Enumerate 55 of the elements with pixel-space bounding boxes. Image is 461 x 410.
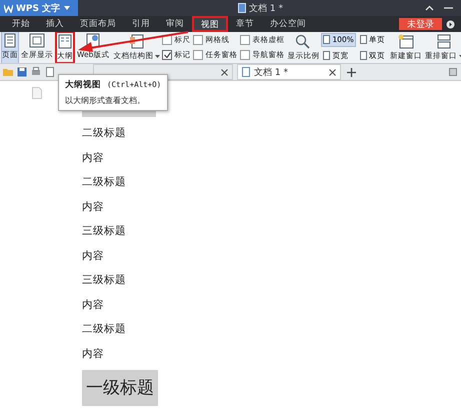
heading-text: 三级标题	[82, 273, 127, 288]
add-tab-icon	[347, 68, 356, 76]
menu-tab[interactable]: 审阅	[158, 16, 192, 32]
menu-tab[interactable]: 视图	[192, 16, 228, 32]
minimize-icon	[444, 5, 453, 11]
app-menu-button[interactable]: WPS 文字	[0, 0, 78, 16]
list-icon	[449, 68, 457, 76]
w-logo-icon	[4, 4, 13, 12]
body-text: 内容	[82, 298, 105, 312]
play-icon	[446, 20, 455, 28]
checkmark-icon	[164, 52, 171, 58]
tab-title: 文档 1 *	[254, 66, 288, 78]
menu-tab[interactable]: 办公空间	[262, 16, 314, 32]
page-icon	[57, 34, 73, 49]
tooltip-text: 以大纲形式查看文档。	[65, 95, 146, 106]
menu-tab[interactable]: 插入	[38, 16, 72, 32]
close-icon	[221, 68, 228, 76]
window-icon	[436, 34, 452, 49]
heading-text: 三级标题	[82, 224, 127, 239]
collapse-icon	[425, 5, 434, 11]
page-icon	[29, 33, 45, 48]
heading-text: 二级标题	[82, 322, 127, 337]
window-title: 文档 1 *	[249, 2, 283, 14]
magnifier-icon	[295, 34, 312, 49]
caret-icon	[155, 54, 160, 58]
window-icon	[398, 34, 414, 49]
login-button[interactable]: 未登录	[399, 18, 442, 30]
heading-block: 一级标题	[82, 370, 158, 406]
menu-tab[interactable]: 章节	[228, 16, 262, 32]
checkbox[interactable]	[193, 50, 204, 60]
body-text: 内容	[82, 346, 105, 362]
document-tab[interactable]: 文档 1 *	[237, 64, 341, 80]
tooltip-title: 大纲视图	[65, 79, 101, 91]
checkbox[interactable]	[240, 35, 250, 45]
document-icon	[238, 3, 246, 13]
checkbox[interactable]	[193, 35, 204, 45]
body-text: 内容	[82, 150, 105, 166]
checkbox[interactable]	[162, 50, 172, 60]
heading-text: 二级标题	[82, 175, 127, 190]
caret-icon	[64, 6, 70, 10]
heading-text: 二级标题	[82, 126, 127, 141]
checkbox[interactable]	[240, 50, 250, 60]
body-text: 内容	[82, 248, 105, 264]
save-icon[interactable]	[17, 67, 27, 77]
printer-icon[interactable]	[31, 67, 41, 77]
menu-tab[interactable]: 页面布局	[72, 16, 124, 32]
body-text: 内容	[82, 200, 105, 214]
page-icon	[2, 33, 18, 48]
menu-tab[interactable]: 引用	[124, 16, 158, 32]
page-icon	[32, 87, 42, 99]
page-icon[interactable]	[45, 67, 55, 77]
menu-tab[interactable]: 开始	[4, 16, 38, 32]
document-icon	[242, 67, 250, 77]
folder-icon[interactable]	[3, 67, 13, 77]
close-icon	[329, 68, 336, 76]
